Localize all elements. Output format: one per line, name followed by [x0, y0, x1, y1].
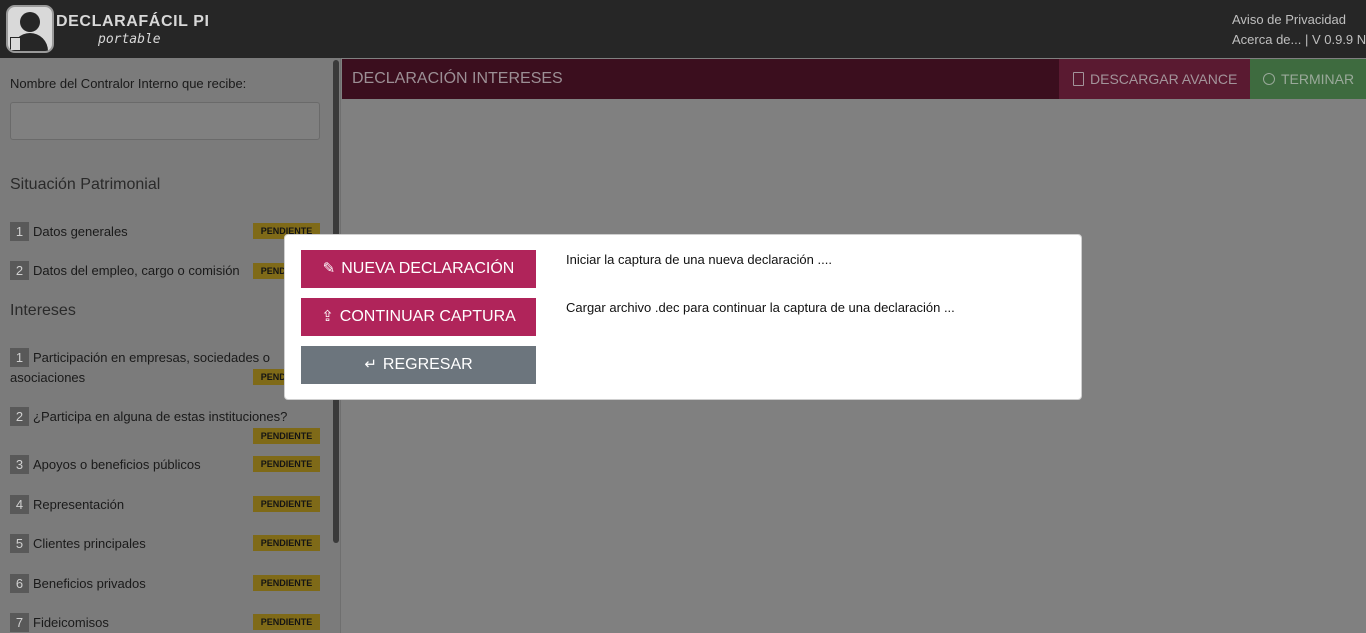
section-patrimonial-title: Situación Patrimonial [10, 176, 161, 193]
download-progress-button[interactable]: DESCARGAR AVANCE [1059, 59, 1250, 99]
item-number: 5 [10, 534, 29, 553]
controller-label: Nombre del Contralor Interno que recibe: [10, 76, 247, 91]
upload-icon: ⇪ [321, 308, 334, 325]
item-number: 7 [10, 613, 29, 632]
document-icon [10, 37, 21, 51]
status-badge: PENDIENTE [253, 614, 320, 630]
back-label: REGRESAR [382, 356, 473, 373]
sidebar-item-label: Representación [33, 497, 125, 512]
controller-input[interactable] [10, 102, 320, 140]
continue-capture-description: Cargar archivo .dec para continuar la ca… [566, 300, 955, 315]
download-progress-label: DESCARGAR AVANCE [1090, 71, 1238, 87]
sidebar-item-label: Datos generales [33, 224, 128, 239]
continue-capture-label: CONTINUAR CAPTURA [339, 308, 516, 325]
sidebar-item-label: Fideicomisos [33, 615, 109, 630]
item-number: 1 [10, 348, 29, 367]
sidebar-item-label: Apoyos o beneficios públicos [33, 457, 201, 472]
file-download-icon [1073, 72, 1084, 86]
finish-button[interactable]: TERMINAR [1250, 59, 1366, 99]
new-declaration-description: Iniciar la captura de una nueva declarac… [566, 252, 832, 267]
status-badge: PENDIENTE [253, 575, 320, 591]
top-header: DECLARAFÁCIL PI portable Aviso de Privac… [0, 0, 1366, 58]
continue-capture-button[interactable]: ⇪ CONTINUAR CAPTURA [301, 298, 536, 336]
item-number: 2 [10, 261, 29, 280]
new-declaration-button[interactable]: ✎ NUEVA DECLARACIÓN [301, 250, 536, 288]
item-number: 4 [10, 495, 29, 514]
status-badge: PENDIENTE [253, 496, 320, 512]
sidebar-item-label: ¿Participa en alguna de estas institucio… [33, 409, 288, 424]
sidebar-item-label: Datos del empleo, cargo o comisión [33, 263, 240, 278]
privacy-notice-link[interactable]: Aviso de Privacidad [1232, 12, 1346, 27]
sidebar-item-participa-instituciones[interactable]: 2 ¿Participa en alguna de estas instituci… [10, 407, 320, 427]
main-title-bar: DECLARACIÓN INTERESES DESCARGAR AVANCE T… [342, 59, 1366, 99]
item-number: 3 [10, 455, 29, 474]
about-version-link[interactable]: Acerca de... | V 0.9.9 N [1232, 32, 1366, 47]
status-badge: PENDIENTE [253, 428, 320, 444]
app-brand-subtitle: portable [98, 32, 161, 47]
sidebar-item-label: Clientes principales [33, 536, 146, 551]
sidebar-item-participacion-empresas[interactable]: 1 Participación en empresas, sociedades o… [10, 348, 280, 388]
finish-label: TERMINAR [1281, 71, 1355, 87]
start-dialog: ✎ NUEVA DECLARACIÓN Iniciar la captura de… [284, 234, 1082, 400]
check-circle-icon [1263, 73, 1275, 85]
app-logo [6, 5, 54, 53]
item-number: 2 [10, 407, 29, 426]
status-badge: PENDIENTE [253, 456, 320, 472]
return-arrow-icon: ↵ [364, 356, 377, 373]
item-number: 6 [10, 574, 29, 593]
page-title: DECLARACIÓN INTERESES [342, 59, 1059, 99]
item-number: 1 [10, 222, 29, 241]
pencil-icon: ✎ [322, 260, 336, 277]
back-button[interactable]: ↵ REGRESAR [301, 346, 536, 384]
section-intereses-title: Intereses [10, 302, 76, 319]
new-declaration-label: NUEVA DECLARACIÓN [341, 260, 515, 277]
app-brand-name: DECLARAFÁCIL PI [56, 13, 210, 30]
sidebar-item-label: Participación en empresas, sociedades o … [10, 350, 271, 385]
sidebar-item-label: Beneficios privados [33, 576, 146, 591]
status-badge: PENDIENTE [253, 535, 320, 551]
